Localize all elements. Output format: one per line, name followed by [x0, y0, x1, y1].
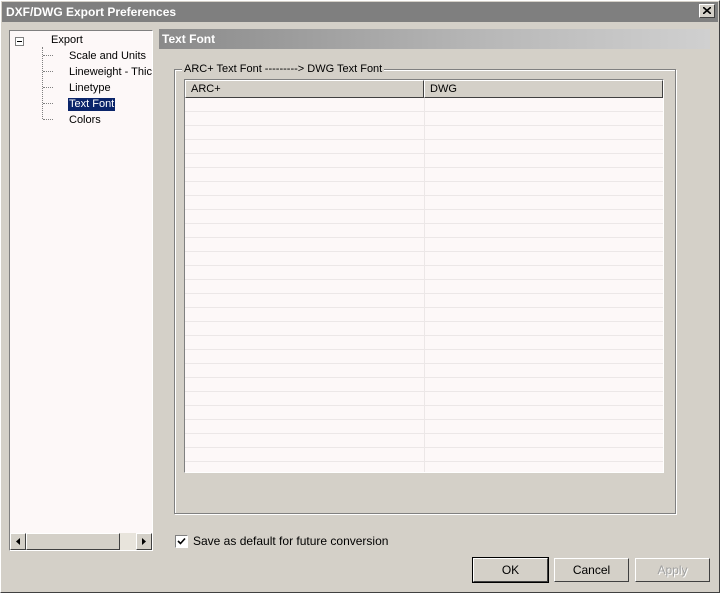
column-header-dwg[interactable]: DWG: [424, 80, 663, 98]
settings-tree[interactable]: Export Scale and Units Lineweight - Thic…: [9, 30, 153, 551]
group-label: ARC+ Text Font ---------> DWG Text Font: [182, 63, 385, 75]
ok-button-label: OK: [501, 563, 520, 577]
table-header: ARC+ DWG: [185, 80, 663, 98]
tree-item-linetype[interactable]: Linetype: [68, 82, 112, 95]
panel-header: Text Font: [159, 29, 710, 49]
tree-root-export[interactable]: Export: [50, 34, 84, 47]
panel-title: Text Font: [162, 32, 216, 46]
arrow-right-icon: [142, 538, 146, 545]
save-default-label[interactable]: Save as default for future conversion: [193, 535, 388, 548]
apply-button[interactable]: Apply: [635, 558, 710, 582]
tree-item-lineweight[interactable]: Lineweight - Thickness: [68, 66, 152, 79]
close-button[interactable]: [699, 4, 715, 18]
title-bar[interactable]: DXF/DWG Export Preferences: [2, 2, 718, 22]
tree-horizontal-scrollbar[interactable]: [10, 533, 152, 550]
cancel-button-label: Cancel: [572, 563, 611, 577]
tree-item-colors[interactable]: Colors: [68, 114, 102, 127]
apply-button-label: Apply: [657, 563, 688, 577]
collapse-icon[interactable]: [15, 37, 24, 46]
close-icon: [703, 7, 711, 14]
ok-button[interactable]: OK: [472, 557, 549, 583]
checkmark-icon: [177, 537, 186, 545]
scroll-left-button[interactable]: [10, 533, 26, 550]
window-title: DXF/DWG Export Preferences: [6, 5, 177, 19]
scroll-thumb[interactable]: [26, 533, 120, 550]
tree-item-scale-and-units[interactable]: Scale and Units: [68, 50, 147, 63]
font-mapping-table[interactable]: ARC+ DWG: [184, 79, 664, 473]
column-header-arc[interactable]: ARC+: [185, 80, 424, 98]
save-default-checkbox[interactable]: [175, 535, 188, 548]
arrow-left-icon: [16, 538, 20, 545]
scroll-right-button[interactable]: [136, 533, 152, 550]
tree-item-text-font[interactable]: Text Font: [68, 98, 116, 111]
cancel-button[interactable]: Cancel: [554, 558, 629, 582]
